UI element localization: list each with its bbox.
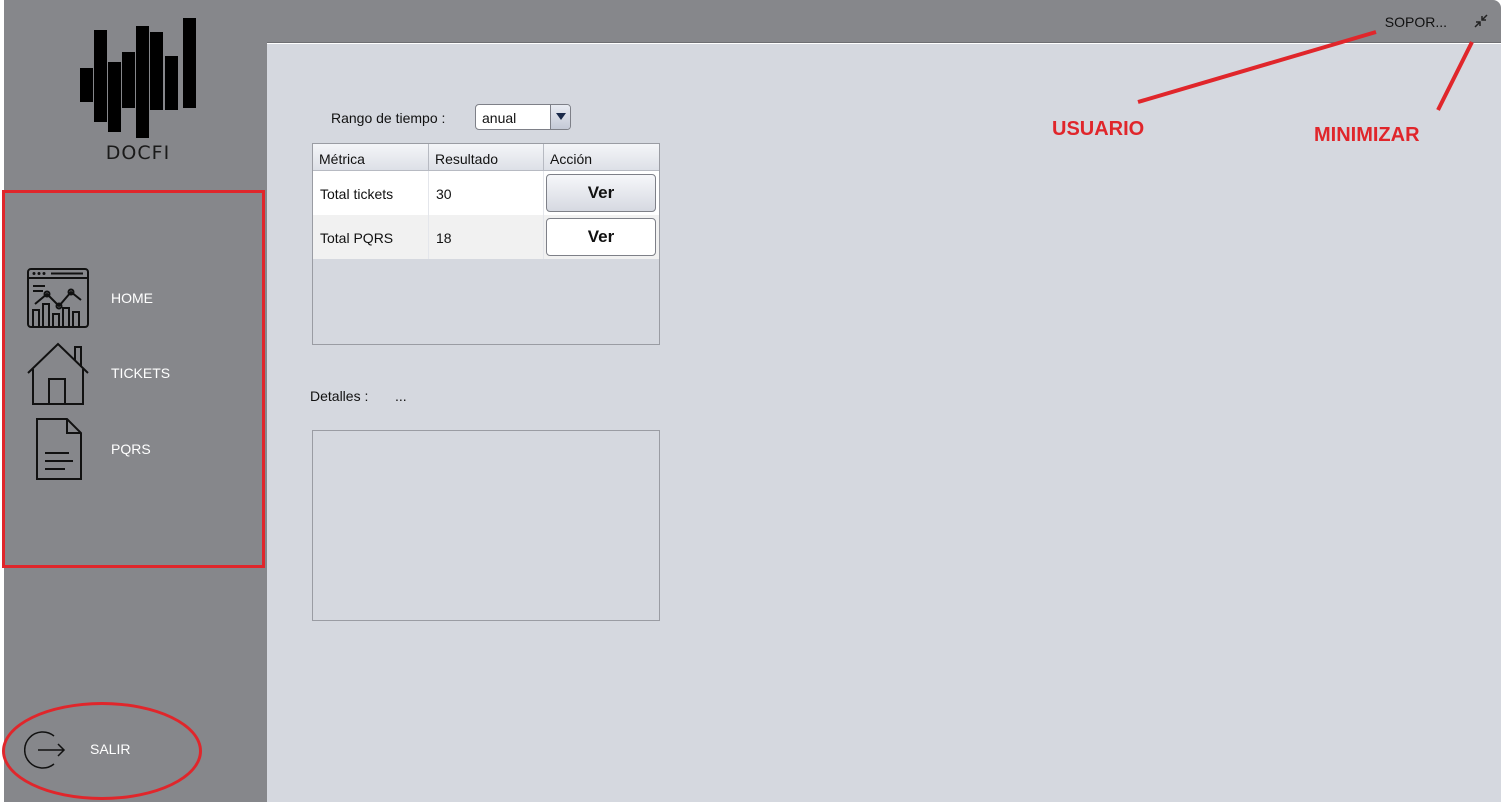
range-select-value: anual [482,110,517,126]
sidebar-item-tickets[interactable]: TICKETS [25,341,255,407]
details-panel [312,430,660,621]
user-name[interactable]: SOPOR... [1385,14,1447,30]
sidebar-item-home[interactable]: HOME [25,266,255,332]
result-cell: 18 [429,215,544,259]
table-header: Métrica Resultado Acción [313,144,659,171]
table-row[interactable]: Total PQRS 18 Ver [313,215,659,259]
document-icon [25,417,91,483]
dashboard-chart-icon [25,266,91,332]
sidebar-item-label: PQRS [111,441,151,457]
logout-button[interactable]: SALIR [24,728,164,772]
logout-label: SALIR [90,741,131,757]
sidebar-item-pqrs[interactable]: PQRS [25,417,255,483]
house-icon [25,341,91,407]
logo-bars-icon [80,18,196,138]
logo-text: DOCFI [105,142,171,164]
sidebar-item-label: TICKETS [111,365,171,381]
details-label: Detalles : [310,388,369,404]
main-panel: Rango de tiempo : anual Métrica Resultad… [267,44,1501,802]
metrics-table: Métrica Resultado Acción Total tickets 3… [312,143,660,345]
column-header-metric[interactable]: Métrica [313,144,429,171]
nav-highlight-box: HOME TICKETS PQRS [2,190,265,568]
range-label: Rango de tiempo : [331,110,446,126]
column-header-action[interactable]: Acción [544,144,659,171]
column-header-result[interactable]: Resultado [429,144,544,171]
logout-icon [24,728,68,772]
sidebar-item-label: HOME [111,290,153,306]
chevron-down-icon[interactable] [550,105,570,129]
range-select[interactable]: anual [475,104,571,130]
details-value: ... [395,388,407,404]
metric-cell: Total tickets [313,171,429,215]
result-cell: 30 [429,171,544,215]
minimize-icon[interactable] [1473,13,1489,29]
metric-cell: Total PQRS [313,215,429,259]
table-row[interactable]: Total tickets 30 Ver [313,171,659,215]
sidebar: DOCFI HOME TICKETS PQRS SALIR [2,0,267,802]
view-button[interactable]: Ver [546,174,656,212]
annotation-minimize-label: MINIMIZAR [1314,124,1420,146]
top-bar: SOPOR... [267,0,1501,43]
view-button[interactable]: Ver [546,218,656,256]
annotation-user-label: USUARIO [1052,118,1145,140]
app-logo: DOCFI [74,16,202,166]
